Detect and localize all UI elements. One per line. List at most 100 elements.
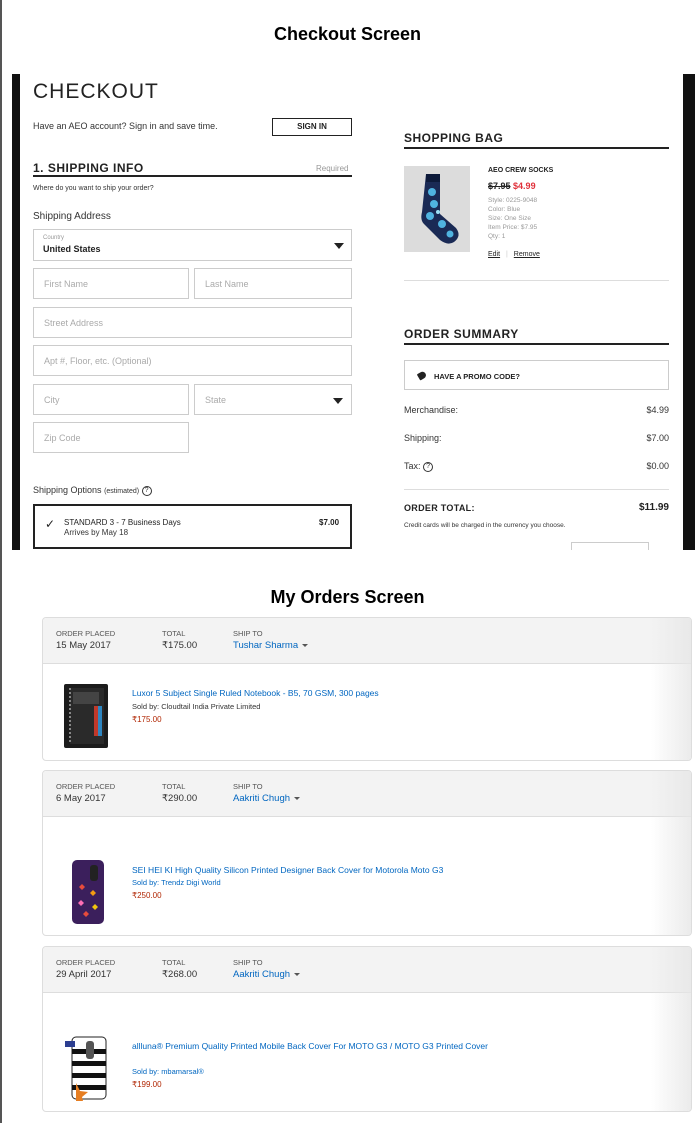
shipping-address-label: Shipping Address xyxy=(33,211,111,222)
help-icon[interactable]: ? xyxy=(141,485,152,496)
last-name-field[interactable]: Last Name xyxy=(194,268,352,299)
sold-by-prefix: Sold by: xyxy=(132,702,162,711)
product-image-socks[interactable] xyxy=(404,166,470,252)
shipping-options-text: Shipping Options xyxy=(33,485,102,495)
merchandise-label: Merchandise: xyxy=(404,405,459,415)
total-caption: TOTAL xyxy=(162,629,186,638)
printed-cover-image xyxy=(65,1036,107,1105)
ship-question: Where do you want to ship your order? xyxy=(33,185,154,192)
tax-value: $0.00 xyxy=(646,461,669,471)
card-fade xyxy=(651,618,691,760)
standard-shipping-arrival: Arrives by May 18 xyxy=(64,528,129,537)
total-caption: TOTAL xyxy=(162,958,186,967)
order-header: ORDER PLACED 15 May 2017 TOTAL ₹175.00 S… xyxy=(43,618,691,664)
bag-item-qty: Qty: 1 xyxy=(488,233,506,240)
order-item-price: ₹175.00 xyxy=(132,715,162,724)
checkout-panel: CHECKOUT Have an AEO account? Sign in an… xyxy=(12,74,695,550)
bag-item-style: Style: 0225-9048 xyxy=(488,197,538,204)
standard-shipping-option[interactable]: ✓ STANDARD 3 - 7 Business Days Arrives b… xyxy=(33,504,352,549)
order-total: ₹268.00 xyxy=(162,969,198,980)
section-divider xyxy=(33,175,352,177)
remove-link[interactable]: Remove xyxy=(514,251,540,258)
order-placed-caption: ORDER PLACED xyxy=(56,629,116,638)
shopping-bag-title: SHOPPING BAG xyxy=(404,131,504,145)
bag-item-actions: Edit | Remove xyxy=(488,251,540,258)
order-header: ORDER PLACED 6 May 2017 TOTAL ₹290.00 SH… xyxy=(43,771,691,817)
notebook-image xyxy=(69,688,104,744)
order-item-title[interactable]: allluna® Premium Quality Printed Mobile … xyxy=(132,1040,572,1052)
order-total: ₹290.00 xyxy=(162,793,198,804)
standard-shipping-price: $7.00 xyxy=(319,518,340,527)
order-date: 15 May 2017 xyxy=(56,640,111,651)
bag-item-color: Color: Blue xyxy=(488,206,521,213)
currency-note: Credit cards will be charged in the curr… xyxy=(404,522,566,529)
card-fade xyxy=(651,947,691,1111)
seller-link[interactable]: Trendz Digi World xyxy=(161,878,221,887)
apt-field[interactable]: Apt #, Floor, etc. (Optional) xyxy=(33,345,352,376)
seller-link[interactable]: mbamarsal® xyxy=(161,1067,204,1076)
ship-to-name: Aakriti Chugh xyxy=(233,793,291,804)
promo-code-button[interactable]: HAVE A PROMO CODE? xyxy=(404,360,669,390)
bag-item-item-price: Item Price: $7.95 xyxy=(488,224,538,231)
order-placed-caption: ORDER PLACED xyxy=(56,958,116,967)
chevron-down-icon xyxy=(334,243,344,249)
shopping-bag-rule xyxy=(404,147,669,149)
bag-item-size: Size: One Size xyxy=(488,215,531,222)
shipping-cost-value: $7.00 xyxy=(646,433,669,443)
sale-price: $4.99 xyxy=(513,181,536,191)
order-total: ₹175.00 xyxy=(162,640,198,651)
city-field[interactable]: City xyxy=(33,384,189,415)
checkout-screen-title: Checkout Screen xyxy=(273,24,422,44)
help-icon[interactable]: ? xyxy=(423,461,434,472)
bag-item-name[interactable]: AEO CREW SOCKS xyxy=(488,167,553,174)
order-card: ORDER PLACED 15 May 2017 TOTAL ₹175.00 S… xyxy=(42,617,692,761)
chevron-down-icon xyxy=(333,398,343,404)
order-total-value: $11.99 xyxy=(638,502,669,513)
page-border xyxy=(0,0,2,1123)
left-edge-bar xyxy=(12,74,20,550)
continue-button-partial[interactable] xyxy=(571,542,649,550)
ship-to-caption: SHIP TO xyxy=(233,782,263,791)
shipping-cost-label: Shipping: xyxy=(404,433,442,443)
sold-by-prefix: Sold by: xyxy=(132,878,162,887)
order-summary-title: ORDER SUMMARY xyxy=(404,327,519,341)
required-label: Required xyxy=(316,164,349,173)
order-card: ORDER PLACED 6 May 2017 TOTAL ₹290.00 SH… xyxy=(42,770,692,936)
seller-name: Cloudtail India Private Limited xyxy=(161,702,261,711)
order-header: ORDER PLACED 29 April 2017 TOTAL ₹268.00… xyxy=(43,947,691,993)
sold-by: Sold by: Trendz Digi World xyxy=(132,878,221,887)
country-select[interactable]: Country United States xyxy=(33,229,352,261)
caret-down-icon xyxy=(302,643,309,647)
shipping-options-note: (estimated) xyxy=(104,488,140,495)
zip-code-field[interactable]: Zip Code xyxy=(33,422,189,453)
promo-code-label: HAVE A PROMO CODE? xyxy=(434,372,520,381)
total-caption: TOTAL xyxy=(162,782,186,791)
order-item-title[interactable]: SEI HEI KI High Quality Silicon Printed … xyxy=(132,864,572,876)
ship-to-name: Aakriti Chugh xyxy=(233,969,291,980)
ship-to-dropdown[interactable]: Tushar Sharma xyxy=(233,640,309,651)
state-select[interactable]: State xyxy=(194,384,352,415)
last-name-placeholder: Last Name xyxy=(205,279,249,289)
socks-image xyxy=(421,174,459,244)
sign-in-button[interactable]: SIGN IN xyxy=(272,118,352,136)
apt-placeholder: Apt #, Floor, etc. (Optional) xyxy=(44,356,152,366)
caret-down-icon xyxy=(294,972,301,976)
product-image-printed-cover[interactable] xyxy=(64,1035,110,1105)
street-address-field[interactable]: Street Address xyxy=(33,307,352,338)
ship-to-dropdown[interactable]: Aakriti Chugh xyxy=(233,969,301,980)
phone-case-image xyxy=(72,860,104,924)
state-placeholder: State xyxy=(205,395,227,405)
right-edge-bar xyxy=(683,74,695,550)
sold-by: Sold by: Cloudtail India Private Limited xyxy=(132,702,260,711)
order-item-title[interactable]: Luxor 5 Subject Single Ruled Notebook - … xyxy=(132,687,572,699)
edit-link[interactable]: Edit xyxy=(488,251,500,258)
first-name-placeholder: First Name xyxy=(44,279,89,289)
shipping-options-label: Shipping Options (estimated) ? xyxy=(33,485,152,496)
check-icon: ✓ xyxy=(45,517,56,531)
street-address-placeholder: Street Address xyxy=(44,318,104,328)
first-name-field[interactable]: First Name xyxy=(33,268,189,299)
product-image-phone-case[interactable] xyxy=(68,859,108,925)
ship-to-dropdown[interactable]: Aakriti Chugh xyxy=(233,793,301,804)
product-image-notebook[interactable] xyxy=(64,684,108,748)
tag-icon xyxy=(416,370,428,381)
